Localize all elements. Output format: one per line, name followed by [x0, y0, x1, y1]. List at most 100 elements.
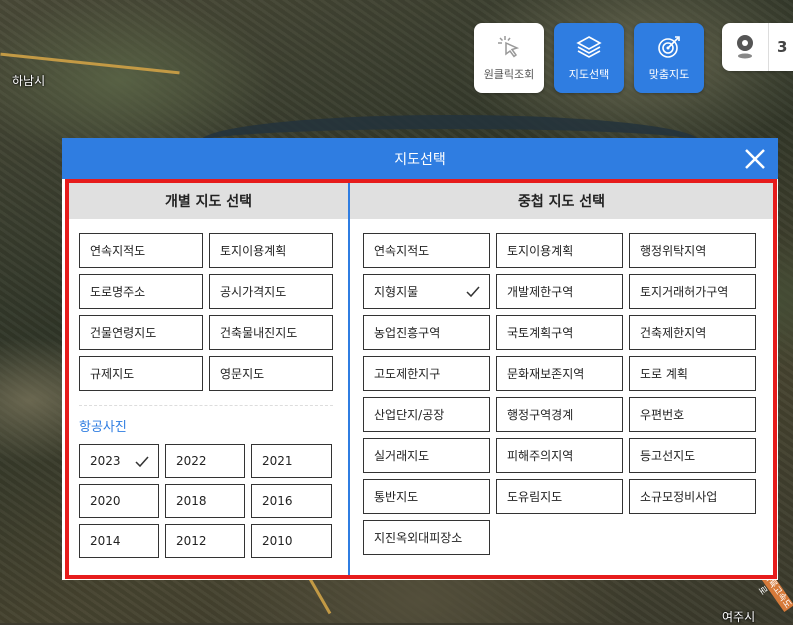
map-select-label: 지도선택 [568, 68, 610, 81]
overlay-map-button-label: 고도제한지구 [374, 367, 441, 381]
individual-map-button-연속지적도[interactable]: 연속지적도 [79, 233, 203, 268]
overlay-map-button-label: 건축제한지역 [640, 326, 707, 340]
overlay-map-button-label: 우편번호 [640, 408, 685, 422]
overlay-map-button-토지거래허가구역[interactable]: 토지거래허가구역 [629, 274, 756, 309]
dialog-header: 지도선택 [62, 138, 778, 179]
dialog-title: 지도선택 [394, 151, 446, 168]
overlay-map-button-도유림지도[interactable]: 도유림지도 [496, 479, 623, 514]
overlay-map-button-지진옥외대피장소[interactable]: 지진옥외대피장소 [363, 520, 490, 555]
overlay-map-button-등고선지도[interactable]: 등고선지도 [629, 438, 756, 473]
target-icon [656, 34, 682, 60]
aerial-year-button-label: 2022 [176, 454, 207, 468]
overlay-map-button-연속지적도[interactable]: 연속지적도 [363, 233, 490, 268]
overlay-map-button-지형지물-selected[interactable]: 지형지물 [363, 274, 490, 309]
overlay-map-button-피해주의지역[interactable]: 피해주의지역 [496, 438, 623, 473]
overlay-map-button-label: 등고선지도 [640, 449, 696, 463]
overlay-map-column: 중첩 지도 선택 연속지적도 토지이용계획 행정위탁지역지형지물 개발제한구역 토지거래… [350, 183, 773, 575]
overlay-map-button-label: 개발제한구역 [507, 285, 574, 299]
individual-map-button-label: 규제지도 [90, 367, 135, 381]
individual-map-button-label: 토지이용계획 [220, 244, 287, 258]
individual-map-button-건축물내진지도[interactable]: 건축물내진지도 [209, 315, 333, 350]
aerial-year-button-label: 2023 [90, 454, 121, 468]
oneclick-lookup-button[interactable]: 원클릭조회 [474, 23, 544, 93]
aerial-year-button-label: 2012 [176, 534, 207, 548]
overlay-map-button-label: 실거래지도 [374, 449, 430, 463]
aerial-year-button-2023-selected[interactable]: 2023 [79, 444, 159, 478]
divider [79, 405, 333, 406]
individual-map-header: 개별 지도 선택 [69, 183, 348, 219]
place-label-yeoju: 여주시 [722, 610, 756, 624]
check-icon [465, 284, 481, 303]
aerial-year-button-label: 2018 [176, 494, 207, 508]
individual-map-button-토지이용계획[interactable]: 토지이용계획 [209, 233, 333, 268]
aerial-year-button-2022[interactable]: 2022 [165, 444, 245, 478]
overlay-map-button-label: 토지이용계획 [507, 244, 574, 258]
overlay-map-header: 중첩 지도 선택 [350, 183, 773, 219]
overlay-map-button-label: 토지거래허가구역 [640, 285, 729, 299]
overlay-map-button-도로-계획[interactable]: 도로 계획 [629, 356, 756, 391]
aerial-year-button-label: 2016 [262, 494, 293, 508]
overlay-map-button-국토계획구역[interactable]: 국토계획구역 [496, 315, 623, 350]
overlay-map-button-행정위탁지역[interactable]: 행정위탁지역 [629, 233, 756, 268]
overlay-map-button-label: 행정위탁지역 [640, 244, 707, 258]
overlay-map-button-label: 통반지도 [374, 490, 419, 504]
overlay-map-button-실거래지도[interactable]: 실거래지도 [363, 438, 490, 473]
overlay-map-button-label: 문화재보존지역 [507, 367, 585, 381]
overlay-map-button-건축제한지역[interactable]: 건축제한지역 [629, 315, 756, 350]
individual-map-button-label: 연속지적도 [90, 244, 146, 258]
aerial-photo-label: 항공사진 [79, 420, 127, 435]
overlay-map-button-label: 산업단지/공장 [374, 408, 445, 422]
aerial-year-button-label: 2020 [90, 494, 121, 508]
overlay-map-button-소규모정비사업[interactable]: 소규모정비사업 [629, 479, 756, 514]
overlay-map-button-label: 피해주의지역 [507, 449, 574, 463]
aerial-year-button-2014[interactable]: 2014 [79, 524, 159, 558]
individual-map-button-label: 건물연령지도 [90, 326, 157, 340]
overlay-map-button-label: 도로 계획 [640, 367, 688, 381]
place-label-hanam: 하남시 [12, 74, 46, 88]
aerial-year-button-label: 2021 [262, 454, 293, 468]
individual-map-button-label: 도로명주소 [90, 285, 146, 299]
individual-map-column: 개별 지도 선택 연속지적도 토지이용계획도로명주소 공시가격지도건물연령지도 건축물… [69, 183, 350, 575]
overlay-map-button-label: 지진옥외대피장소 [374, 531, 463, 545]
map-select-button[interactable]: 지도선택 [554, 23, 624, 93]
map-select-dialog: 지도선택 개별 지도 선택 연속지적도 토지이용계획도로명주소 공시가격지도건물연령… [62, 138, 778, 580]
aerial-year-button-2010[interactable]: 2010 [251, 524, 332, 558]
overlay-map-button-label: 행정구역경계 [507, 408, 574, 422]
overlay-map-button-농업진흥구역[interactable]: 농업진흥구역 [363, 315, 490, 350]
overlay-map-button-label: 도유림지도 [507, 490, 563, 504]
cursor-click-icon [496, 34, 522, 60]
aerial-year-button-2018[interactable]: 2018 [165, 484, 245, 518]
check-icon [134, 454, 150, 473]
individual-map-button-건물연령지도[interactable]: 건물연령지도 [79, 315, 203, 350]
close-icon[interactable] [742, 146, 768, 172]
overlay-map-button-행정구역경계[interactable]: 행정구역경계 [496, 397, 623, 432]
overlay-map-button-통반지도[interactable]: 통반지도 [363, 479, 490, 514]
streetview-icon[interactable] [722, 23, 769, 71]
aerial-year-button-2012[interactable]: 2012 [165, 524, 245, 558]
overlay-map-button-고도제한지구[interactable]: 고도제한지구 [363, 356, 490, 391]
overlay-map-button-문화재보존지역[interactable]: 문화재보존지역 [496, 356, 623, 391]
overlay-map-button-산업단지-공장[interactable]: 산업단지/공장 [363, 397, 490, 432]
aerial-year-button-label: 2010 [262, 534, 293, 548]
individual-map-grid: 연속지적도 토지이용계획도로명주소 공시가격지도건물연령지도 건축물내진지도규제지도 영… [79, 233, 333, 391]
custom-map-label: 맞춤지도 [648, 68, 690, 81]
aerial-year-grid: 2023 2022 2021 2020 2018 2016 2014 2012 2010 [79, 444, 333, 558]
overlay-map-grid: 연속지적도 토지이용계획 행정위탁지역지형지물 개발제한구역 토지거래허가구역농업진흥구… [363, 233, 757, 555]
overlay-map-button-토지이용계획[interactable]: 토지이용계획 [496, 233, 623, 268]
overlay-map-button-개발제한구역[interactable]: 개발제한구역 [496, 274, 623, 309]
overlay-map-button-우편번호[interactable]: 우편번호 [629, 397, 756, 432]
view-mode-toolbar[interactable]: 3 [722, 23, 793, 71]
3d-view-button[interactable]: 3 [769, 38, 787, 56]
individual-map-button-label: 공시가격지도 [220, 285, 287, 299]
individual-map-button-규제지도[interactable]: 규제지도 [79, 356, 203, 391]
aerial-year-button-2021[interactable]: 2021 [251, 444, 332, 478]
aerial-year-button-2020[interactable]: 2020 [79, 484, 159, 518]
aerial-year-button-2016[interactable]: 2016 [251, 484, 332, 518]
individual-map-button-label: 건축물내진지도 [220, 326, 298, 340]
oneclick-label: 원클릭조회 [483, 68, 535, 81]
individual-map-button-영문지도[interactable]: 영문지도 [209, 356, 333, 391]
individual-map-button-공시가격지도[interactable]: 공시가격지도 [209, 274, 333, 309]
individual-map-button-도로명주소[interactable]: 도로명주소 [79, 274, 203, 309]
custom-map-button[interactable]: 맞춤지도 [634, 23, 704, 93]
layers-icon [576, 34, 602, 60]
